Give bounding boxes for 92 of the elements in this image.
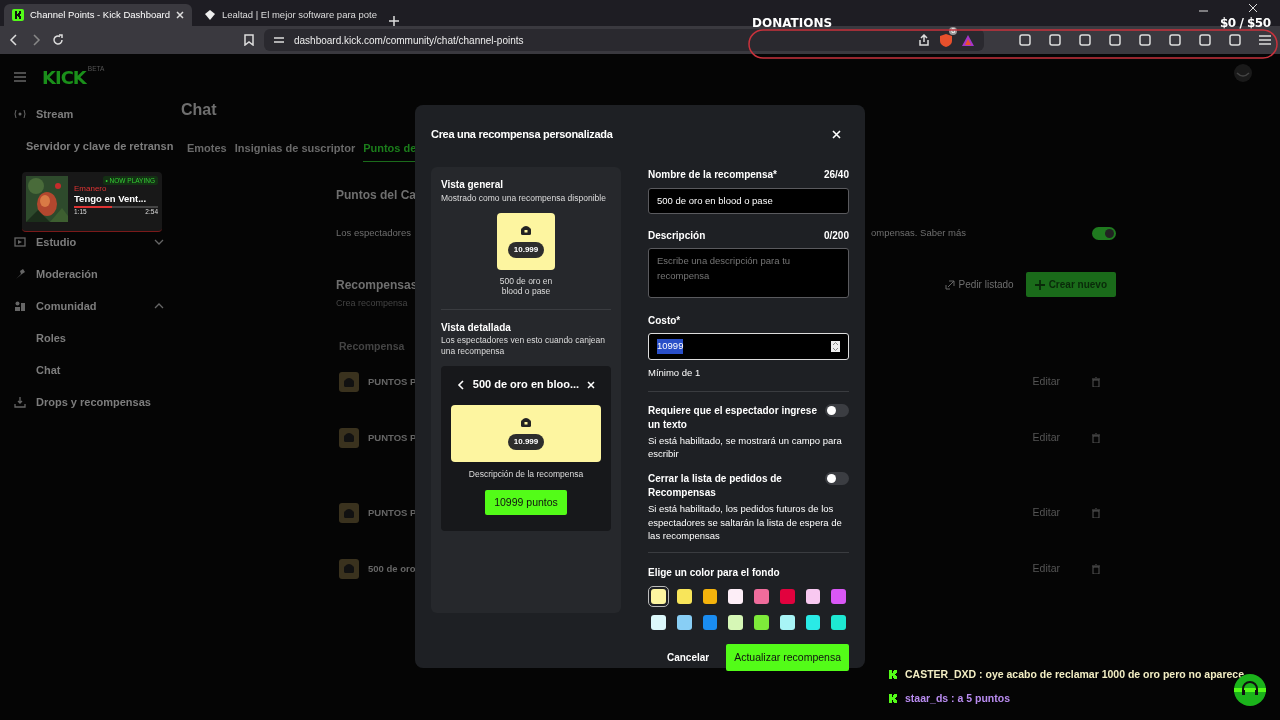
points-button[interactable]: 10999 puntos xyxy=(485,489,567,516)
submit-button[interactable]: Actualizar recompensa xyxy=(726,643,849,672)
toggle-switch[interactable] xyxy=(825,403,849,417)
toggle-label: Requiere que el espectador ingrese un texto xyxy=(648,403,818,432)
description-text: ompensas. Saber más xyxy=(870,226,966,240)
sidebar-item[interactable]: Chat xyxy=(14,360,170,380)
help-text: Si está habilitado, se mostrará un campo para escribir xyxy=(648,433,843,461)
browser-tab[interactable]: Lealtad | El mejor software para pote xyxy=(195,4,386,26)
chest-icon xyxy=(520,224,532,236)
page-tab[interactable]: Emotes xyxy=(187,140,227,162)
sidebar-item[interactable]: Comunidad xyxy=(14,296,170,316)
page-title: Chat xyxy=(181,100,218,120)
cancel-button[interactable]: Cancelar xyxy=(665,649,711,667)
sidebar-item[interactable]: Estudio xyxy=(14,232,170,252)
field-label: Nombre de la recompensa* xyxy=(648,168,777,182)
reload-icon[interactable] xyxy=(52,34,64,46)
sidebar-item[interactable]: Drops y recompensas xyxy=(14,392,170,412)
edit-link[interactable]: Editar xyxy=(1032,429,1060,446)
name-field[interactable]: 500 de oro en blood o pase xyxy=(648,188,849,215)
play-box-icon xyxy=(14,236,26,248)
description-text: Los espectadores ven esto cuando canjean una recompensa xyxy=(441,335,606,357)
character-counter: 26/40 xyxy=(823,168,849,182)
description-field[interactable]: Escribe una descripción para tu recompensa xyxy=(648,248,849,299)
count-badge: 6 xyxy=(949,26,958,35)
diamond-icon xyxy=(203,9,216,21)
field-label: Elige un color para el fondo xyxy=(648,566,781,581)
people-icon xyxy=(14,300,26,312)
reward-name: 500 de oro xyxy=(368,561,416,576)
column-header: Recompensa xyxy=(339,338,405,354)
description-text: Los espectadores xyxy=(336,226,411,240)
cost-badge: 10.999 xyxy=(507,241,545,258)
hint-text: Mínimo de 1 xyxy=(648,365,702,380)
song-title: Tengo en Vent... xyxy=(74,193,148,205)
sidebar-item[interactable]: Moderación xyxy=(14,264,170,284)
field-label: Descripción xyxy=(648,229,706,244)
kick-icon xyxy=(889,670,897,680)
donations-title: DONATIONS xyxy=(752,15,833,32)
page-tab[interactable]: Insignias de suscriptor xyxy=(234,140,356,162)
download-tray-icon xyxy=(14,396,26,408)
cost-badge: 10.999 xyxy=(507,433,545,450)
character-counter: 0/200 xyxy=(823,229,849,244)
close-icon[interactable] xyxy=(1249,4,1257,12)
dialog-title: Crea una recompensa personalizada xyxy=(431,126,613,142)
spinner-icon xyxy=(831,340,840,352)
chest-icon xyxy=(520,416,532,428)
browser-tab[interactable]: Channel Points - Kick Dashboard xyxy=(4,4,192,26)
new-tab-icon[interactable] xyxy=(389,16,400,26)
back-icon[interactable] xyxy=(8,34,20,46)
sidebar-item[interactable]: Roles xyxy=(14,328,170,348)
menu-icon[interactable] xyxy=(1258,33,1272,47)
kick-icon xyxy=(889,694,897,704)
card-title: 500 de oro en bloo... xyxy=(472,377,580,393)
cost-field[interactable]: 10999 xyxy=(648,333,849,360)
triangle-icon[interactable] xyxy=(962,34,974,46)
field-label: Costo* xyxy=(648,314,681,329)
request-list-link[interactable]: Pedir listado xyxy=(944,277,1014,293)
plus-icon xyxy=(1034,279,1045,290)
edit-link[interactable]: Editar xyxy=(1032,560,1060,577)
toggle-label: Cerrar la lista de pedidos de Recompensas xyxy=(648,472,783,501)
kick-logo-icon xyxy=(12,9,24,21)
avatar-icon xyxy=(1233,63,1253,83)
section-title: Vista general xyxy=(441,178,505,192)
help-text: Si está habilitado, los pedidos futuros de los espectadores se saltarán la lista de espera de las recompensas xyxy=(648,502,843,543)
artist-name: Emanero xyxy=(74,185,108,194)
share-icon[interactable] xyxy=(918,34,930,46)
shield-icon[interactable] xyxy=(940,34,952,48)
external-link-icon xyxy=(944,279,955,290)
bookmark-icon[interactable] xyxy=(244,34,254,46)
section-title: Vista detallada xyxy=(441,321,512,335)
description-text: Descripción de la recompensa xyxy=(467,467,585,481)
section-title: Puntos del Ca xyxy=(336,187,416,204)
reward-icon xyxy=(339,503,359,524)
section-title: Recompensas xyxy=(336,276,418,294)
close-icon[interactable] xyxy=(175,11,184,19)
toggle-switch[interactable] xyxy=(1092,226,1116,240)
reward-icon xyxy=(339,427,359,448)
toggle-switch[interactable] xyxy=(825,472,849,486)
kick-logo[interactable]: KICK xyxy=(42,63,86,91)
chat-message: CASTER_DXD : oye acabo de reclamar 1000 de oro pero no aparece xyxy=(905,667,1245,682)
broadcast-icon xyxy=(14,108,26,120)
reward-icon xyxy=(339,558,359,579)
edit-link[interactable]: Editar xyxy=(1032,505,1060,522)
forward-icon[interactable] xyxy=(30,34,42,46)
edit-link[interactable]: Editar xyxy=(1032,374,1060,391)
chat-message: staar_ds : a 5 puntos xyxy=(905,690,1011,706)
sidebar-item[interactable]: Stream xyxy=(14,104,170,124)
reward-name: 500 de oro en blood o pase xyxy=(498,275,554,297)
donation-amount: $0 / $50 xyxy=(1220,15,1271,32)
description-text: Mostrado como una recompensa disponible xyxy=(441,192,607,205)
reward-icon xyxy=(339,372,359,393)
back-icon[interactable] xyxy=(457,379,465,390)
site-settings-icon[interactable] xyxy=(274,35,284,45)
